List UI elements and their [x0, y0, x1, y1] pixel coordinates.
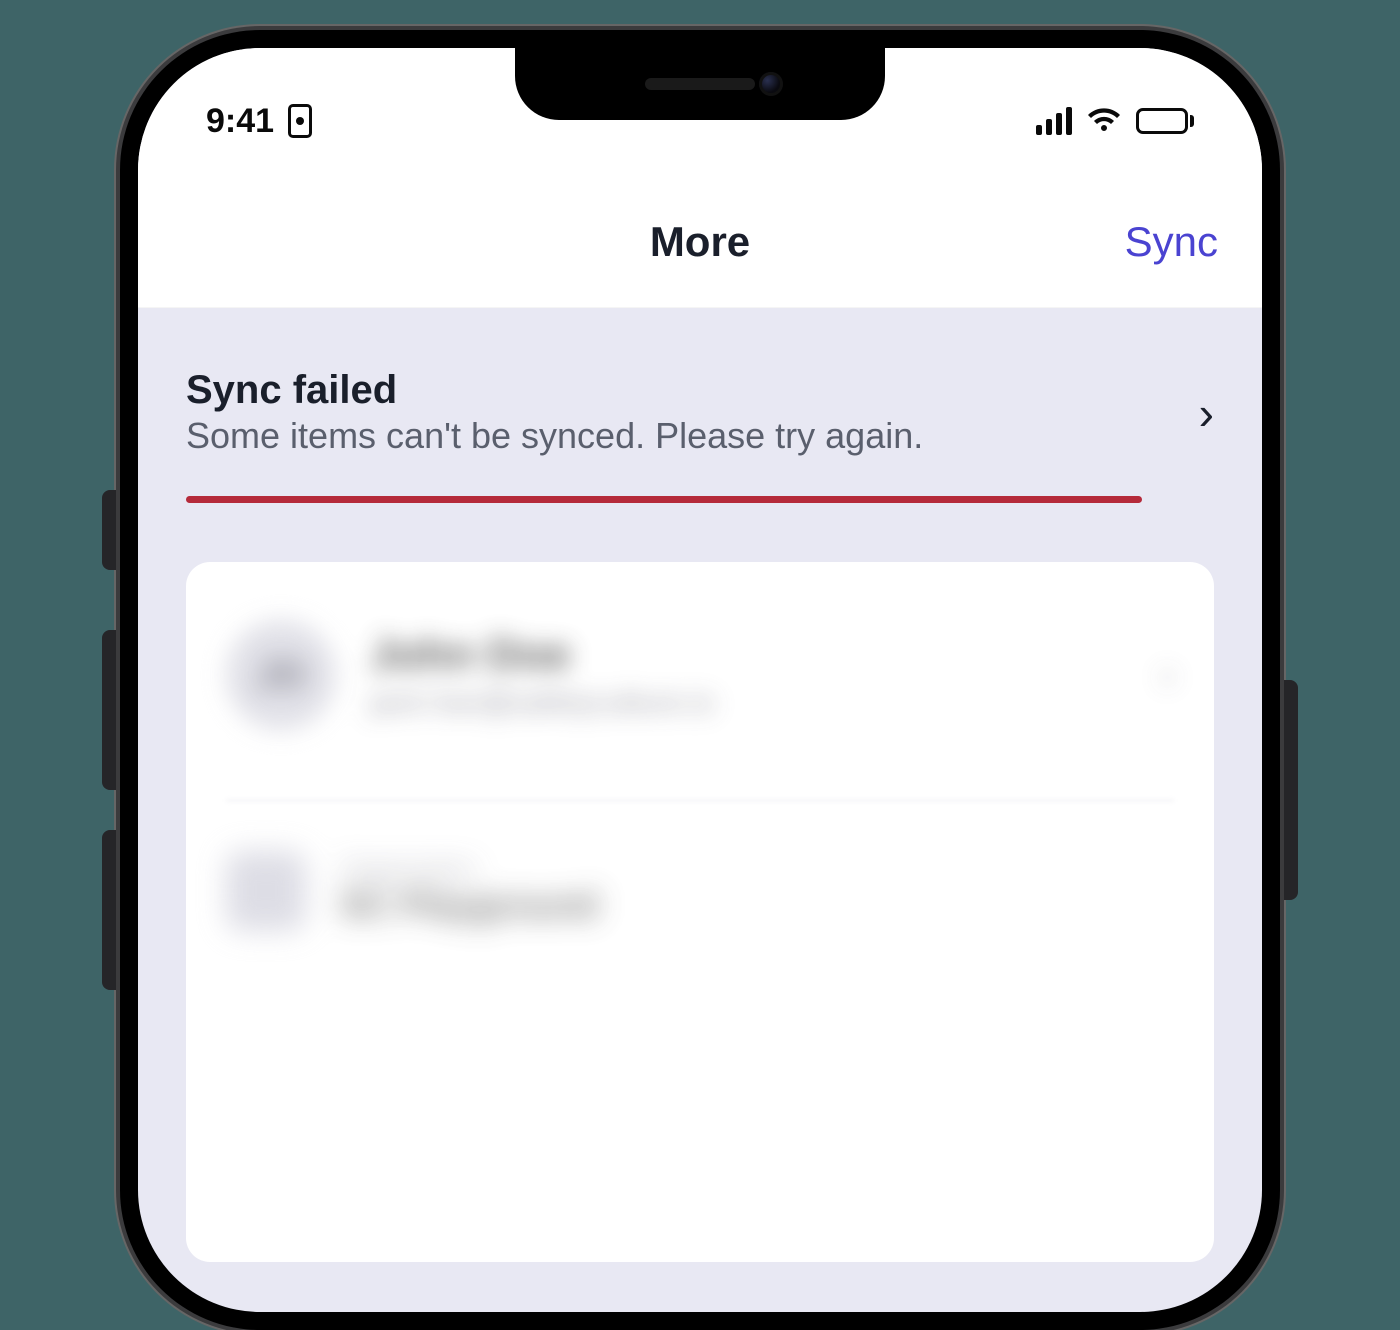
banner-message: Some items can't be synced. Please try a…	[186, 415, 1179, 457]
volume-up-button	[102, 630, 116, 790]
settings-card: JD John Doe jack.han@safetyculture.io › …	[186, 562, 1214, 1262]
sim-icon	[288, 104, 312, 138]
device-notch	[515, 48, 885, 120]
profile-email: jack.han@safetyculture.io	[370, 686, 714, 720]
org-row[interactable]: Organization SC Playground	[226, 851, 1174, 931]
mute-switch	[102, 490, 116, 570]
profile-name: John Doe	[370, 630, 714, 680]
org-value: SC Playground	[340, 884, 598, 926]
nav-header: More Sync	[138, 176, 1262, 308]
banner-title: Sync failed	[186, 368, 1179, 413]
profile-row[interactable]: JD John Doe jack.han@safetyculture.io ›	[226, 620, 1174, 730]
front-camera	[759, 72, 783, 96]
status-time: 9:41	[206, 102, 274, 141]
organization-icon	[226, 851, 306, 931]
power-button	[1284, 680, 1298, 900]
org-label: Organization	[340, 856, 598, 884]
sync-status-banner[interactable]: Sync failed Some items can't be synced. …	[138, 308, 1262, 505]
speaker-grille	[645, 78, 755, 90]
device-frame: 9:41 More Sync Sync fail	[120, 30, 1280, 1330]
chevron-right-icon: ›	[1161, 653, 1174, 698]
wifi-icon	[1086, 107, 1122, 135]
cellular-icon	[1036, 107, 1072, 135]
chevron-right-icon: ›	[1199, 390, 1214, 436]
volume-down-button	[102, 830, 116, 990]
battery-icon	[1136, 108, 1194, 134]
screen: 9:41 More Sync Sync fail	[138, 48, 1262, 1312]
page-title: More	[650, 218, 750, 266]
divider	[226, 800, 1174, 801]
avatar: JD	[226, 620, 336, 730]
sync-button[interactable]: Sync	[1125, 218, 1218, 266]
banner-underline	[186, 496, 1142, 503]
